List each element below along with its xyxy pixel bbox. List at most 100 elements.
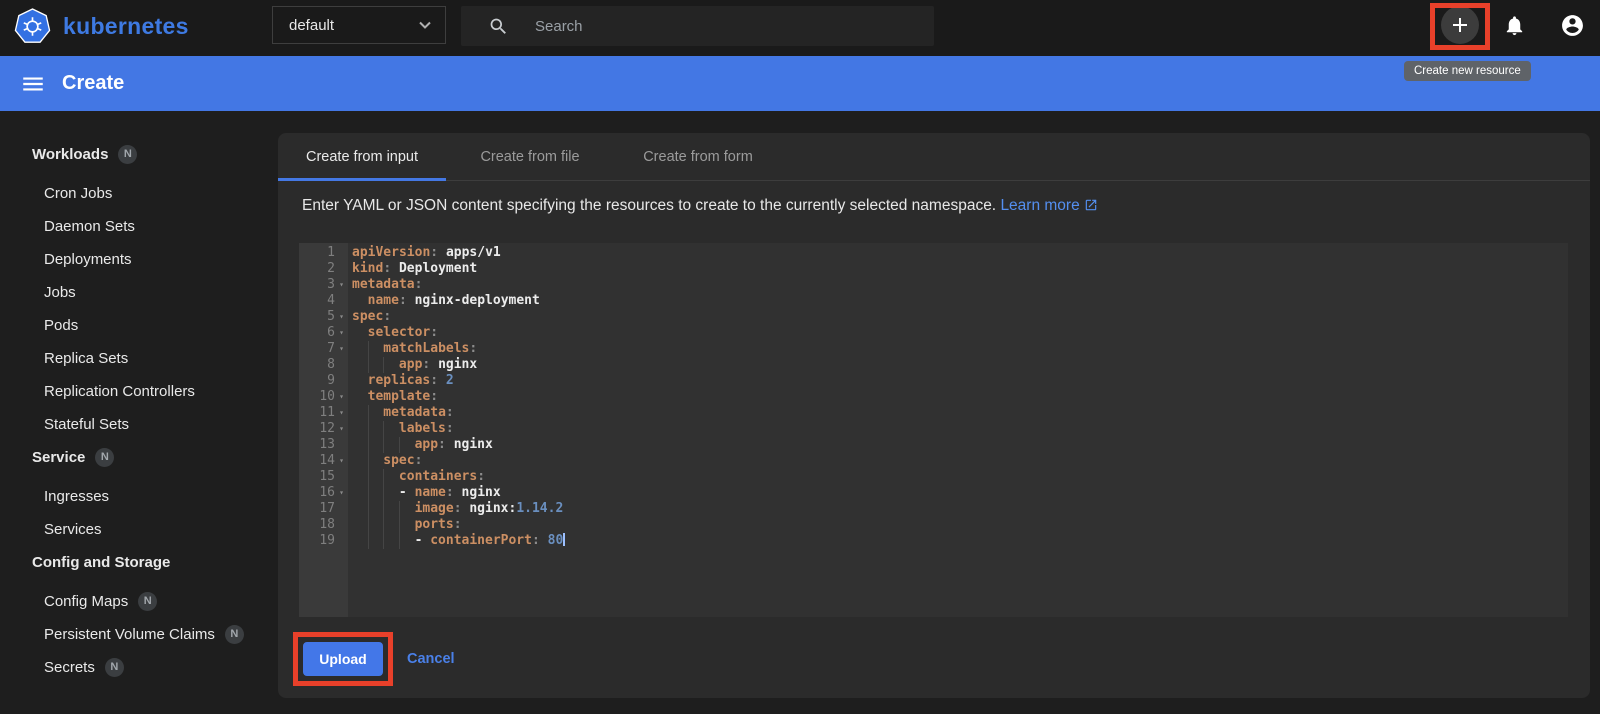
sidebar-label: Services: [44, 520, 102, 538]
namespace-selector[interactable]: default: [272, 6, 446, 44]
namespaced-badge: N: [138, 591, 158, 611]
sidebar-item-ingresses[interactable]: Ingresses: [0, 484, 278, 508]
upload-button[interactable]: Upload: [303, 642, 383, 676]
sidebar-item-pods[interactable]: Pods: [0, 313, 278, 337]
code-line-13: 13 app: nginx: [299, 437, 1568, 453]
code-text: labels:: [348, 421, 454, 437]
code-text: metadata:: [348, 405, 454, 421]
fold-toggle-icon[interactable]: ▾: [335, 485, 348, 501]
editor-code-lines: 1 apiVersion: apps/v1 2 kind: Deployment 3 ▾ m…: [299, 245, 1568, 549]
plus-icon: [1453, 18, 1467, 32]
sidebar-label: Deployments: [44, 250, 132, 268]
sidebar-item-persistent-volume-claims[interactable]: Persistent Volume Claims N: [0, 622, 278, 646]
line-number: 10: [319, 389, 335, 404]
line-number: 1: [327, 245, 335, 260]
sidebar-label: Jobs: [44, 283, 76, 301]
line-number: 11: [319, 405, 335, 420]
yaml-editor[interactable]: 1 apiVersion: apps/v1 2 kind: Deployment 3 ▾ m…: [299, 243, 1568, 617]
code-text: selector:: [367, 325, 439, 340]
hamburger-icon: [23, 77, 43, 90]
cancel-button[interactable]: Cancel: [407, 642, 455, 676]
page-title: Create: [62, 72, 125, 94]
top-bar: kubernetes default: [0, 0, 1600, 56]
code-line-12: 12 ▾ labels:: [299, 421, 1568, 437]
sidebar-item-secrets[interactable]: Secrets N: [0, 655, 278, 679]
sidebar-section-service[interactable]: Service N: [0, 445, 278, 469]
code-text: ports:: [348, 517, 462, 533]
code-line-3: 3 ▾ metadata:: [299, 277, 1568, 293]
code-line-6: 6 ▾ selector:: [299, 325, 1568, 341]
create-tabs: Create from input Create from file Create …: [278, 133, 1590, 181]
line-number: 18: [319, 517, 335, 532]
search-input[interactable]: [535, 17, 865, 35]
fold-toggle-icon[interactable]: ▾: [335, 453, 348, 469]
code-text: replicas: 2: [367, 373, 454, 388]
code-line-9: 9 replicas: 2: [299, 373, 1568, 389]
fold-toggle-icon[interactable]: ▾: [335, 405, 348, 421]
learn-more-link[interactable]: Learn more: [1000, 197, 1097, 214]
fold-toggle-icon[interactable]: ▾: [335, 421, 348, 437]
sidebar-nav: Workloads N Cron Jobs Daemon Sets Deployment…: [0, 111, 278, 714]
sidebar-item-daemon-sets[interactable]: Daemon Sets: [0, 214, 278, 238]
sidebar-item-stateful-sets[interactable]: Stateful Sets: [0, 412, 278, 436]
sidebar-item-deployments[interactable]: Deployments: [0, 247, 278, 271]
code-line-18: 18 ports:: [299, 517, 1568, 533]
code-line-5: 5 ▾ spec:: [299, 309, 1568, 325]
fold-toggle-icon[interactable]: ▾: [335, 277, 348, 293]
line-number: 9: [327, 373, 335, 388]
fold-toggle-icon[interactable]: ▾: [335, 341, 348, 357]
fold-toggle-icon[interactable]: ▾: [335, 325, 348, 341]
sidebar-label: Service: [32, 448, 86, 466]
sidebar-label: Replica Sets: [44, 349, 129, 367]
code-line-17: 17 image: nginx:1.14.2: [299, 501, 1568, 517]
sidebar-item-cron-jobs[interactable]: Cron Jobs: [0, 181, 278, 205]
code-text: app: nginx: [348, 357, 477, 373]
sidebar-label: Workloads: [32, 145, 109, 163]
sidebar-item-jobs[interactable]: Jobs: [0, 280, 278, 304]
code-text: image: nginx:1.14.2: [348, 501, 563, 517]
fold-toggle-icon[interactable]: ▾: [335, 309, 348, 325]
sidebar-item-replication-controllers[interactable]: Replication Controllers: [0, 379, 278, 403]
code-line-10: 10 ▾ template:: [299, 389, 1568, 405]
sidebar-item-config-maps[interactable]: Config Maps N: [0, 589, 278, 613]
search-bar[interactable]: [461, 6, 934, 46]
line-number: 4: [327, 293, 335, 308]
kubernetes-logo-area[interactable]: kubernetes: [14, 8, 189, 45]
sidebar-label: Replication Controllers: [44, 382, 195, 400]
account-button[interactable]: [1560, 13, 1585, 43]
sidebar-section-workloads[interactable]: Workloads N: [0, 142, 278, 166]
fold-toggle-icon[interactable]: ▾: [335, 389, 348, 405]
sidebar-item-services[interactable]: Services: [0, 517, 278, 541]
bell-icon: [1506, 16, 1523, 36]
sidebar-section-config-and-storage[interactable]: Config and Storage: [0, 550, 278, 574]
sidebar-item-replica-sets[interactable]: Replica Sets: [0, 346, 278, 370]
code-line-8: 8 app: nginx: [299, 357, 1568, 373]
tooltip-create-new-resource: Create new resource: [1404, 61, 1531, 81]
line-number: 17: [319, 501, 335, 516]
namespace-selected-value: default: [289, 16, 335, 34]
tab-create-from-file[interactable]: Create from file: [446, 133, 614, 180]
code-text: apiVersion: apps/v1: [352, 245, 501, 260]
menu-button[interactable]: [20, 71, 46, 97]
open-in-new-icon: [1085, 199, 1096, 211]
search-icon: [490, 18, 506, 34]
instruction-text: Enter YAML or JSON content specifying th…: [302, 197, 1098, 215]
notifications-button[interactable]: [1503, 14, 1526, 42]
line-number: 16: [319, 485, 335, 500]
code-text: spec:: [352, 309, 392, 324]
code-line-2: 2 kind: Deployment: [299, 261, 1568, 277]
sidebar-label: Ingresses: [44, 487, 110, 505]
account-circle-icon: [1562, 15, 1583, 36]
create-new-resource-button[interactable]: [1441, 6, 1479, 44]
create-card: Create from input Create from file Create …: [278, 133, 1590, 698]
tab-create-from-form[interactable]: Create from form: [614, 133, 782, 180]
sidebar-label: Secrets: [44, 658, 95, 676]
tab-create-from-input[interactable]: Create from input: [278, 133, 446, 181]
sidebar-label: Stateful Sets: [44, 415, 130, 433]
line-number: 2: [327, 261, 335, 276]
code-line-1: 1 apiVersion: apps/v1: [299, 245, 1568, 261]
